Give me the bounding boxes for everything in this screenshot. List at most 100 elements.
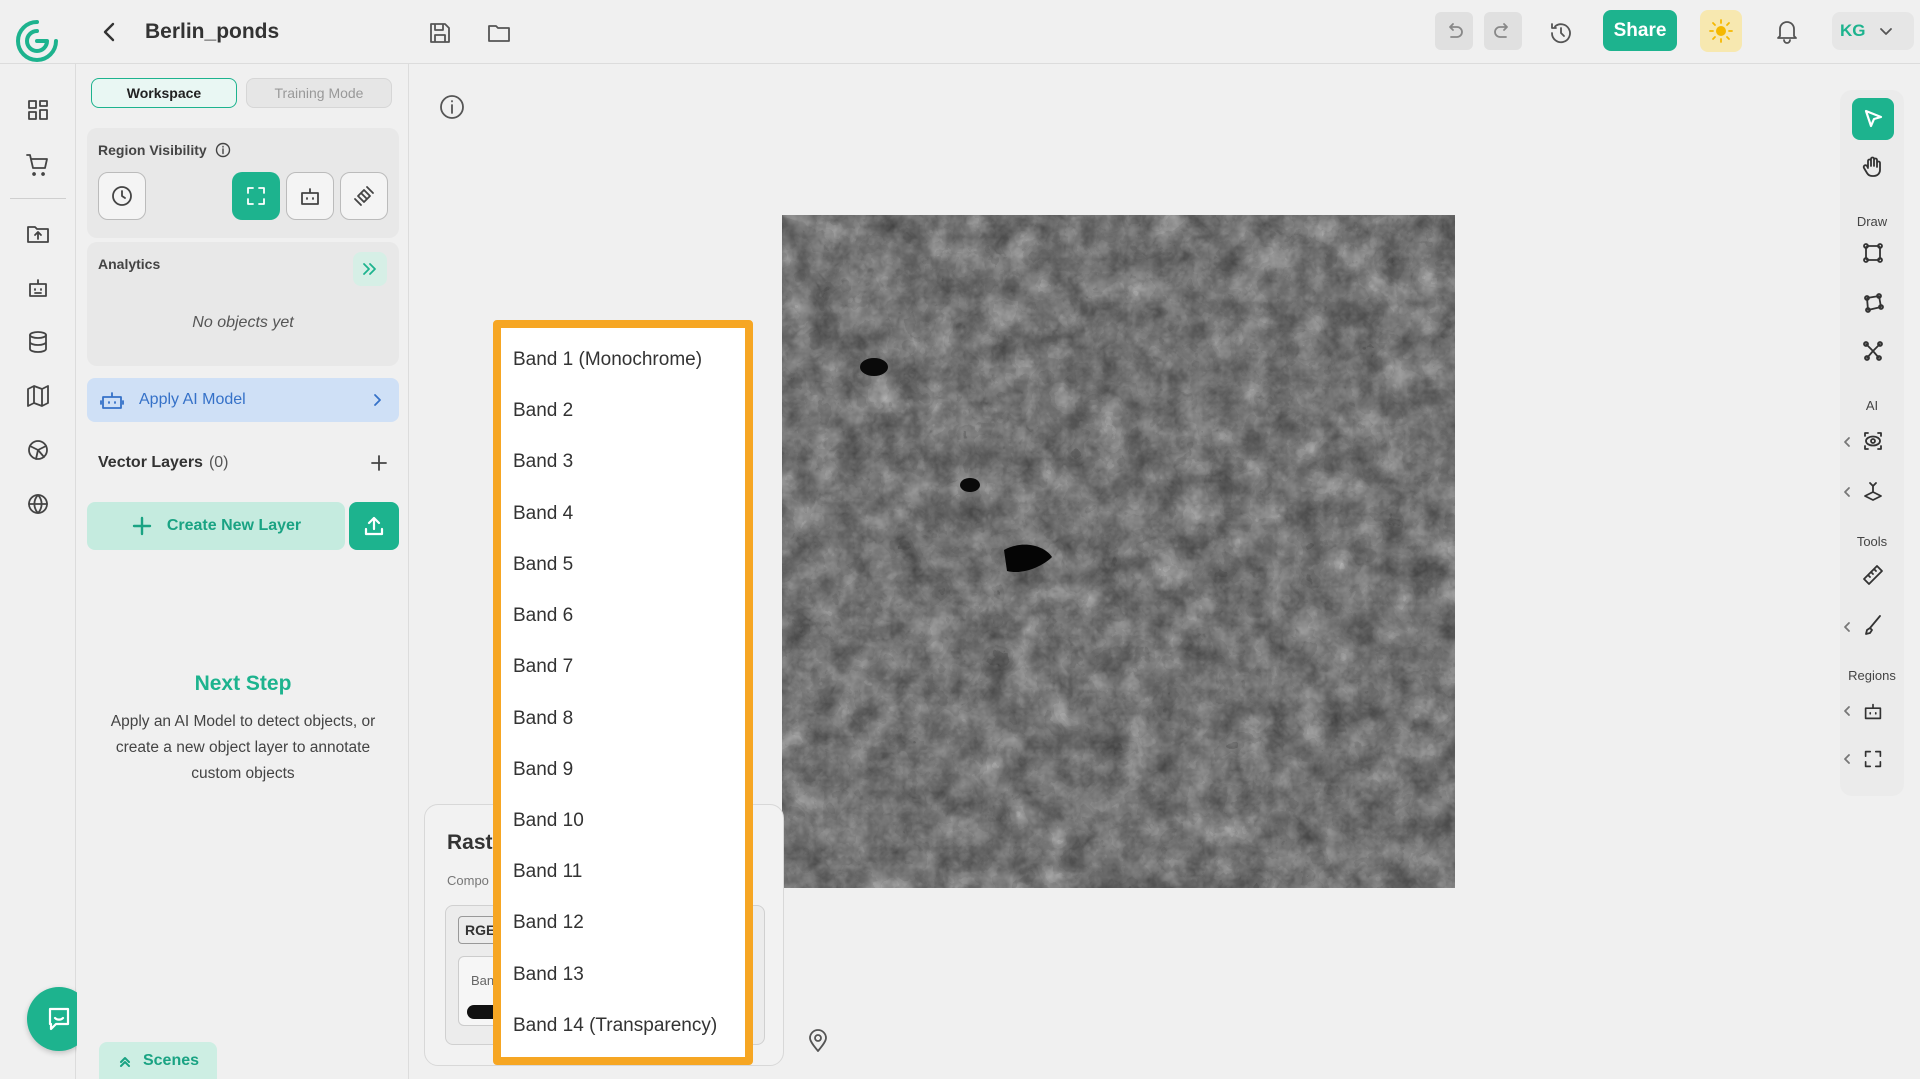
analytics-empty-text: No objects yet <box>192 314 294 331</box>
redo-icon <box>1494 23 1508 38</box>
location-pin-icon[interactable] <box>805 1028 831 1054</box>
band-row-label: Ban <box>471 973 495 988</box>
history-icon[interactable] <box>1544 16 1578 50</box>
regions-section-label: Regions <box>1848 668 1896 683</box>
cart-icon[interactable] <box>24 150 52 178</box>
double-chevron-up-icon <box>119 1056 130 1067</box>
robot-icon <box>1864 703 1882 720</box>
mode-toggle: Workspace Training Mode <box>91 78 395 112</box>
band-option[interactable]: Band 12 <box>513 908 584 938</box>
add-vector-layer-button[interactable] <box>364 448 394 478</box>
brush-tool-button[interactable] <box>1852 604 1894 646</box>
chevron-left-icon[interactable] <box>1842 485 1852 499</box>
satellite-raster <box>782 215 1455 888</box>
full-region-visibility-button[interactable] <box>232 172 280 220</box>
fullscreen-icon <box>247 187 265 205</box>
chat-icon <box>48 1007 70 1031</box>
band-option[interactable]: Band 7 <box>513 652 573 682</box>
back-arrow-icon[interactable] <box>96 18 124 46</box>
band-option[interactable]: Band 10 <box>513 806 584 836</box>
band-option[interactable]: Band 5 <box>513 550 573 580</box>
vector-layers-count: (0) <box>208 454 229 471</box>
analytics-expand-button[interactable] <box>353 252 387 286</box>
upload-layer-button[interactable] <box>349 502 399 550</box>
robot-icon[interactable] <box>24 274 52 302</box>
globe-icon[interactable] <box>24 490 52 518</box>
band-option[interactable]: Band 11 <box>513 857 582 887</box>
sun-icon <box>1709 19 1733 43</box>
full-region-button[interactable] <box>1852 738 1894 780</box>
ruler-icon <box>1863 565 1883 585</box>
chevron-left-icon[interactable] <box>1842 435 1852 449</box>
redo-button[interactable] <box>1484 12 1522 50</box>
folder-icon[interactable] <box>482 16 516 50</box>
nav-divider <box>10 198 66 199</box>
workspace-tab[interactable]: Workspace <box>91 78 237 108</box>
database-icon[interactable] <box>24 328 52 356</box>
draw-keypoints-button[interactable] <box>1852 330 1894 372</box>
ai-segment-button[interactable] <box>1852 470 1894 512</box>
band-option[interactable]: Band 13 <box>513 960 584 990</box>
band-option[interactable]: Band 3 <box>513 447 573 477</box>
notification-bell-icon[interactable] <box>1770 14 1804 48</box>
ai-section-label: AI <box>1865 398 1879 413</box>
user-menu[interactable]: KG <box>1832 12 1914 50</box>
training-mode-tab[interactable]: Training Mode <box>246 78 392 108</box>
band-option[interactable]: Band 4 <box>513 499 573 529</box>
info-icon[interactable] <box>215 142 231 158</box>
ai-eye-icon <box>1864 432 1882 450</box>
select-tool-button[interactable] <box>1852 98 1894 140</box>
share-button[interactable]: Share <box>1603 10 1677 51</box>
band-option[interactable]: Band 9 <box>513 755 573 785</box>
chevron-right-icon <box>374 394 381 406</box>
hand-icon <box>1862 156 1881 177</box>
analytics-card: Analytics No objects yet <box>87 242 399 366</box>
undo-button[interactable] <box>1435 12 1473 50</box>
chevron-left-icon[interactable] <box>1842 620 1852 634</box>
draw-polygon-button[interactable] <box>1852 282 1894 324</box>
project-title: Berlin_ponds <box>145 20 280 43</box>
apply-ai-model-button[interactable]: Apply AI Model <box>87 378 399 422</box>
ai-region-button[interactable] <box>1852 690 1894 732</box>
ai-segment-icon <box>1864 482 1882 501</box>
satellite-visibility-button[interactable] <box>340 172 388 220</box>
side-panel: Workspace Training Mode Region Visibilit… <box>77 64 409 1079</box>
region-visibility-card: Region Visibility <box>87 128 399 238</box>
cursor-arrow-icon <box>1864 109 1883 128</box>
double-chevron-right-icon <box>363 263 376 275</box>
raster-panel-title: Rast <box>447 831 493 854</box>
plus-icon <box>371 455 387 471</box>
ai-detect-button[interactable] <box>1852 420 1894 462</box>
draw-rectangle-button[interactable] <box>1852 232 1894 274</box>
right-toolbar: Draw AI Tools Regions <box>1840 90 1904 796</box>
band-option[interactable]: Band 14 (Transparency) <box>513 1011 717 1041</box>
band-option[interactable]: Band 2 <box>513 396 573 426</box>
analytics-title: Analytics <box>98 256 161 272</box>
rectangle-draw-icon <box>1863 243 1883 263</box>
satellite-image[interactable] <box>782 215 1455 888</box>
create-new-layer-button[interactable]: Create New Layer <box>87 502 345 550</box>
band-option[interactable]: Band 6 <box>513 601 573 631</box>
scenes-tab[interactable]: Scenes <box>99 1042 217 1079</box>
theme-toggle-button[interactable] <box>1700 10 1742 52</box>
clock-icon <box>112 186 132 206</box>
band-option[interactable]: Band 8 <box>513 704 573 734</box>
chevron-left-icon[interactable] <box>1842 752 1852 766</box>
map-icon[interactable] <box>24 382 52 410</box>
time-visibility-button[interactable] <box>98 172 146 220</box>
app-logo-icon[interactable] <box>14 18 60 64</box>
dashboard-grid-icon[interactable] <box>24 96 52 124</box>
globe-network-icon[interactable] <box>24 436 52 464</box>
band-option[interactable]: Band 1 (Monochrome) <box>513 345 702 375</box>
ai-region-visibility-button[interactable] <box>286 172 334 220</box>
save-icon[interactable] <box>423 16 457 50</box>
brush-icon <box>1865 615 1881 635</box>
canvas-info-icon[interactable] <box>437 92 467 122</box>
chevron-down-icon <box>1879 28 1892 35</box>
left-nav <box>0 64 76 1079</box>
vector-layers-title: Vector Layers <box>98 454 203 471</box>
folder-upload-icon[interactable] <box>24 220 52 248</box>
chevron-left-icon[interactable] <box>1842 704 1852 718</box>
measure-tool-button[interactable] <box>1852 554 1894 596</box>
pan-tool-button[interactable] <box>1852 146 1894 188</box>
